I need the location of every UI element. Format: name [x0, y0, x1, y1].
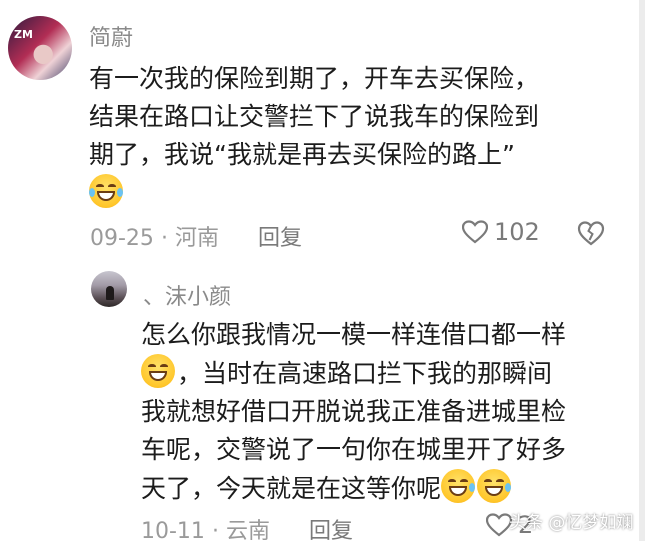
avatar[interactable]: ZM — [8, 16, 72, 80]
grinning-sweat-emoji-icon — [441, 469, 476, 503]
like-button[interactable]: 102 — [462, 218, 540, 246]
heart-icon — [462, 220, 488, 244]
comment-line: 结果在路口让交警拦下了说我车的保险到 — [89, 102, 540, 131]
reply-button[interactable]: 回复 — [258, 220, 302, 252]
reply-meta: 10-11 · 云南 — [141, 513, 270, 541]
comment-emoji-line — [89, 174, 609, 213]
meta-separator: · — [211, 519, 219, 541]
reply-reply-button[interactable]: 回复 — [309, 513, 353, 541]
comment-location: 河南 — [174, 226, 219, 251]
comment-text: 有一次我的保险到期了，开车去买保险， 结果在路口让交警拦下了说我车的保险到 期了… — [89, 60, 609, 213]
reply-text: 怎么你跟我情况一模一样连借口都一样 ，当时在高速路口拦下我的那瞬间 我就想好借口… — [141, 316, 621, 508]
comment-username[interactable]: 简蔚 — [89, 20, 133, 52]
comment-meta: 09-25 · 河南 — [90, 220, 219, 252]
avatar-tag-text: ZM — [14, 28, 33, 41]
reply-line: 我就想好借口开脱说我正准备进城里检 — [141, 397, 567, 426]
broken-heart-icon[interactable] — [577, 220, 605, 246]
reply-location: 云南 — [225, 519, 270, 541]
grinning-emoji-icon — [141, 354, 175, 388]
reply-line-text: ，当时在高速路口拦下我的那瞬间 — [177, 359, 553, 388]
avatar[interactable] — [91, 271, 127, 307]
comment-line: 期了，我说“我就是再去买保险的路上” — [89, 140, 515, 169]
laughing-tears-emoji-icon — [89, 174, 123, 208]
reply-line: ，当时在高速路口拦下我的那瞬间 — [141, 354, 621, 393]
reply-username[interactable]: 、沫小颜 — [143, 279, 231, 311]
comment-line: 有一次我的保险到期了，开车去买保险， — [89, 64, 540, 93]
like-count: 102 — [494, 218, 540, 246]
watermark: 头条 @忆梦如斓 — [509, 513, 634, 533]
grinning-sweat-emoji-icon — [477, 469, 512, 503]
reply-date: 10-11 — [141, 519, 205, 541]
comment-date: 09-25 — [90, 226, 154, 251]
reply-line: 怎么你跟我情况一模一样连借口都一样 — [141, 320, 567, 349]
meta-separator: · — [160, 226, 168, 251]
reply-line-text: 天了，今天就是在这等你呢 — [141, 474, 442, 503]
scrollbar-track — [639, 0, 645, 541]
reply-line: 车呢，交警说了一句你在城里开了好多 — [141, 435, 567, 464]
reply-line: 天了，今天就是在这等你呢 — [141, 469, 621, 508]
